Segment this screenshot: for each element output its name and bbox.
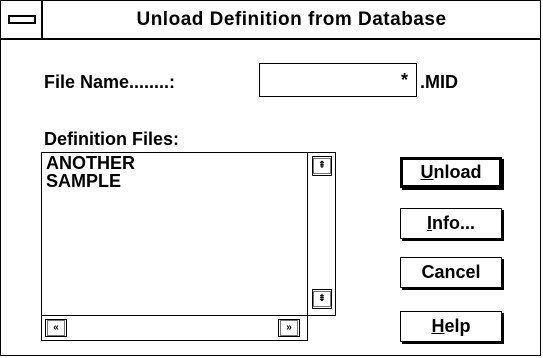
info-label: nfo... [432,213,475,233]
system-menu-icon [8,15,36,24]
file-name-label: File Name........: [44,72,176,92]
cancel-label: Cancel [421,262,481,282]
info-button[interactable]: Info... [400,208,502,239]
cancel-button[interactable]: Cancel [400,257,502,288]
unload-button[interactable]: Unload [400,157,502,188]
scroll-right-icon: » [286,322,292,333]
help-button[interactable]: Help [400,311,502,342]
scroll-left-icon: « [53,322,59,333]
scrollbar-corner [307,315,336,341]
horizontal-scrollbar[interactable]: « » [42,315,307,341]
definition-files-listbox[interactable]: ANOTHER SAMPLE ⇞ ⇟ « » [41,152,336,341]
list-item[interactable]: SAMPLE [46,172,135,190]
unload-label: nload [433,162,482,182]
help-label: elp [444,316,471,336]
scroll-down-button[interactable]: ⇟ [312,289,332,309]
scroll-left-button[interactable]: « [45,319,67,337]
definition-files-label: Definition Files: [44,129,179,149]
unload-mnemonic: U [420,162,434,182]
definition-files-items: ANOTHER SAMPLE [46,154,135,190]
help-mnemonic: H [431,316,445,336]
list-item[interactable]: ANOTHER [46,154,135,172]
system-menu-button[interactable] [1,1,43,38]
scroll-down-icon: ⇟ [317,293,327,304]
file-extension-label: .MID [420,72,458,92]
title-bar: Unload Definition from Database [1,1,540,40]
file-name-input[interactable]: * [259,63,417,97]
window-title: Unload Definition from Database [136,9,447,30]
unload-definition-dialog: Unload Definition from Database File Nam… [0,0,541,356]
vertical-scrollbar[interactable]: ⇞ ⇟ [307,153,336,315]
scroll-up-icon: ⇞ [317,160,327,171]
scroll-up-button[interactable]: ⇞ [312,156,332,176]
scroll-right-button[interactable]: » [278,319,300,337]
